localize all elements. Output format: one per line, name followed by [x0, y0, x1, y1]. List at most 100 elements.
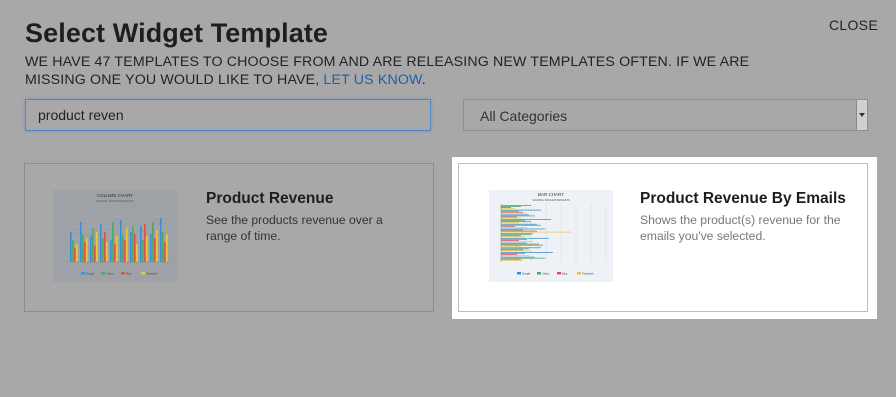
column-bar	[104, 232, 106, 262]
legend-swatch	[141, 272, 145, 275]
legend-swatch	[517, 272, 521, 275]
let-us-know-link[interactable]: LET US KNOW	[323, 72, 421, 88]
column-bar	[86, 238, 88, 262]
column-chart-thumbnail: COLUMN CHART SOURCE: WIDGETS/WIDGETS Googl…	[53, 190, 177, 282]
select-arrow[interactable]	[856, 100, 867, 130]
template-title: Product Revenue	[206, 190, 334, 207]
legend-label: Bing	[562, 272, 568, 276]
bar	[501, 241, 533, 242]
column-bar	[126, 228, 128, 262]
bar	[501, 234, 531, 236]
bar	[501, 256, 535, 258]
bar	[501, 254, 517, 255]
bar	[501, 247, 541, 249]
legend-label: Facebook	[146, 272, 158, 276]
bar	[501, 252, 553, 253]
bar	[501, 245, 521, 247]
column-bar	[132, 226, 134, 262]
template-card-product-revenue-by-emails[interactable]: BAR CHART SOURCE: WIDGETS/WIDGETS Google Ya…	[458, 163, 868, 312]
legend-swatch	[81, 272, 85, 275]
column-bar	[144, 224, 146, 262]
bar	[501, 250, 531, 252]
column-bar	[72, 240, 74, 262]
column-bar	[84, 242, 86, 262]
bar	[501, 224, 541, 226]
close-button[interactable]: CLOSE	[829, 17, 878, 33]
chevron-down-icon	[859, 113, 865, 117]
thumb-title: COLUMN CHART	[97, 193, 133, 198]
column-bar	[146, 236, 148, 262]
bar	[501, 209, 541, 211]
bar	[501, 248, 529, 250]
column-bar	[124, 240, 126, 262]
column-bar	[80, 222, 82, 262]
bar	[501, 259, 523, 261]
column-bar	[122, 236, 124, 262]
column-bar	[112, 222, 114, 262]
bar	[501, 212, 527, 214]
column-bar	[166, 234, 168, 262]
bar	[501, 222, 519, 224]
bar	[501, 210, 519, 212]
bar	[501, 215, 535, 217]
template-card-product-revenue[interactable]: COLUMN CHART SOURCE: WIDGETS/WIDGETS Googl…	[24, 163, 434, 312]
column-bar	[120, 220, 122, 262]
column-bar	[110, 240, 112, 262]
column-bar	[82, 234, 84, 262]
template-description: See the products revenue over a range of…	[206, 213, 383, 243]
subtitle-suffix: .	[421, 72, 426, 88]
column-bar	[164, 242, 166, 262]
bar	[501, 223, 537, 225]
template-description: Shows the product(s) revenue for the ema…	[640, 213, 841, 243]
legend-label: Facebook	[582, 272, 594, 276]
bar	[501, 226, 527, 228]
bar	[501, 220, 525, 222]
bar	[501, 206, 521, 207]
bar	[501, 242, 527, 244]
bar-chart-icon: BAR CHARTSOURCE: WIDGETS/WIDGETS Google Ya…	[500, 192, 607, 276]
column-bar	[130, 232, 132, 262]
column-bar	[90, 236, 92, 262]
legend-swatch	[101, 272, 105, 275]
category-select[interactable]: All Categories	[463, 99, 868, 131]
bar	[501, 228, 545, 230]
legend-label: Yahoo	[106, 272, 114, 276]
column-bar	[160, 218, 162, 262]
legend-swatch	[121, 272, 125, 275]
bar	[501, 214, 529, 216]
bar	[501, 244, 543, 246]
page-title: Select Widget Template	[25, 18, 329, 48]
bar	[501, 208, 515, 210]
column-bar	[116, 236, 118, 262]
thumb-subtitle: SOURCE: WIDGETS/WIDGETS	[532, 198, 570, 202]
bar	[501, 257, 545, 259]
bar	[501, 231, 571, 233]
column-bar	[106, 242, 108, 262]
bar	[501, 230, 537, 232]
column-bar	[136, 244, 138, 262]
legend-label: Google	[86, 272, 95, 276]
column-bar	[100, 224, 102, 262]
column-bar	[134, 234, 136, 262]
bar	[501, 249, 523, 251]
template-title: Product Revenue By Emails	[640, 190, 846, 207]
bar	[501, 207, 511, 208]
bar	[501, 238, 527, 240]
column-bar	[74, 248, 76, 262]
legend-label: Google	[522, 272, 531, 276]
thumb-title: BAR CHART	[538, 192, 564, 197]
search-input[interactable]	[25, 99, 431, 131]
legend-swatch	[537, 272, 541, 275]
column-bar	[152, 222, 154, 262]
category-select-value: All Categories	[480, 108, 568, 124]
bar	[501, 240, 519, 241]
legend-label: Yahoo	[542, 272, 550, 276]
column-bar	[92, 228, 94, 262]
bar	[501, 235, 521, 237]
bar	[501, 233, 533, 235]
bar	[501, 205, 531, 206]
bar	[501, 225, 515, 227]
column-chart-icon: COLUMN CHARTSOURCE: WIDGETS/WIDGETS Googl…	[67, 193, 171, 276]
bar-chart-thumbnail: BAR CHART SOURCE: WIDGETS/WIDGETS Google Ya…	[489, 190, 613, 282]
column-bar	[94, 246, 96, 262]
